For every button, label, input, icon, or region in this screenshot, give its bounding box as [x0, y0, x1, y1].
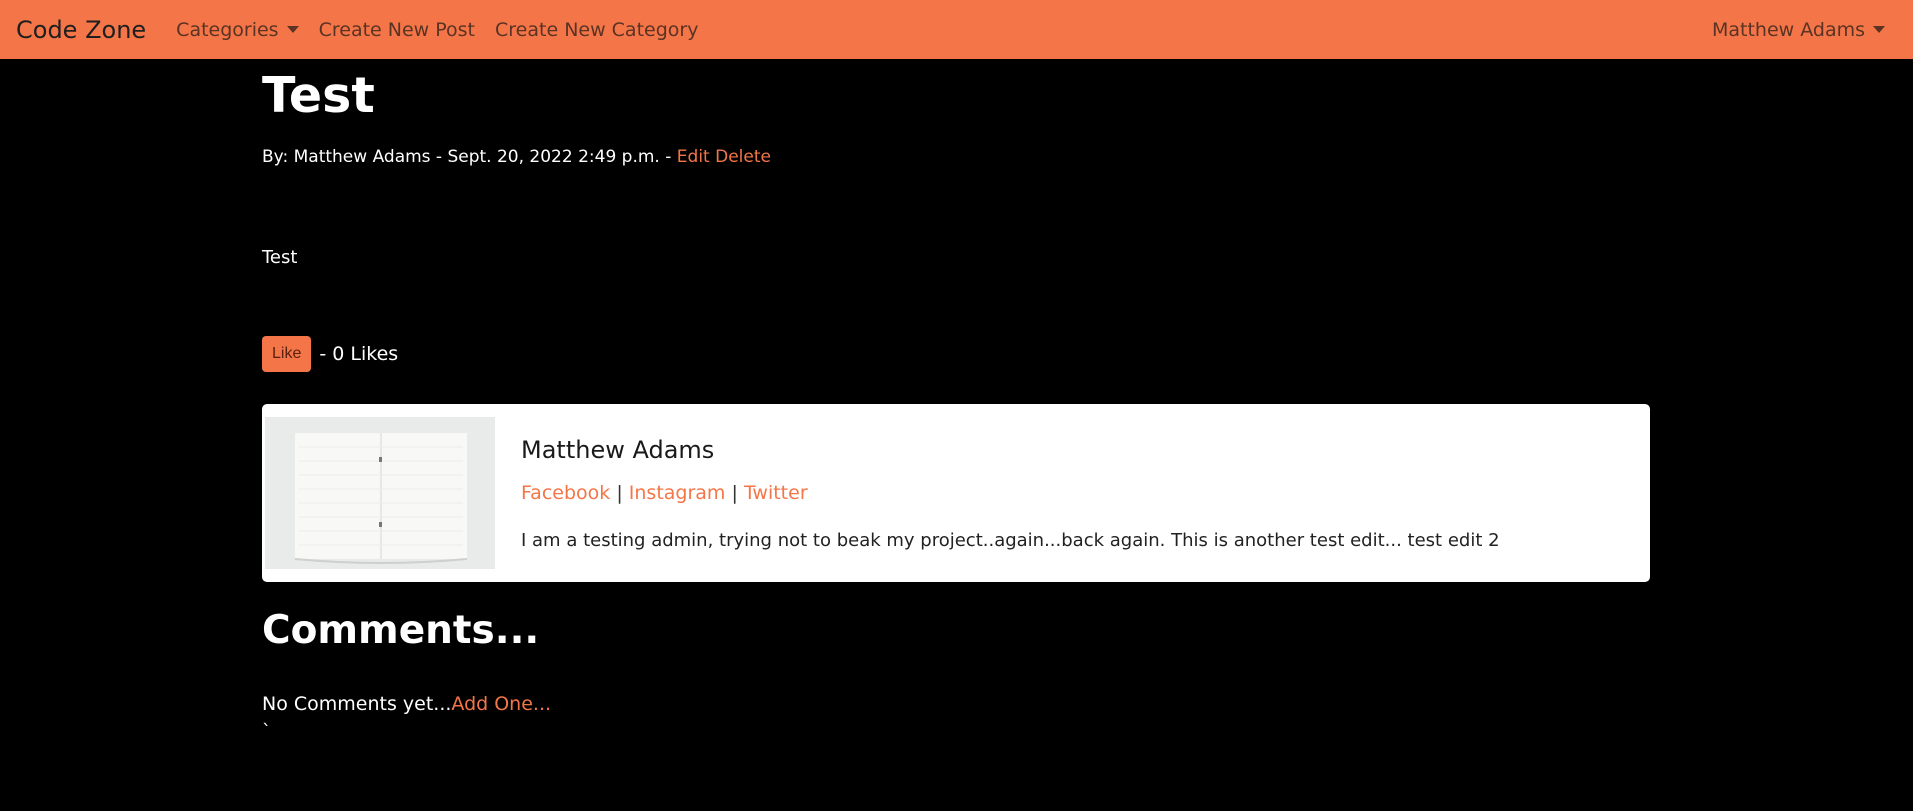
post-content: Test By: Matthew Adams - Sept. 20, 2022 …	[262, 59, 1650, 742]
author-info: Matthew Adams Facebook | Instagram | Twi…	[521, 436, 1500, 551]
author-image	[265, 417, 495, 569]
separator: |	[731, 481, 738, 504]
edit-link[interactable]: Edit	[677, 147, 710, 167]
create-category-link[interactable]: Create New Category	[495, 19, 698, 41]
separator: |	[616, 481, 623, 504]
delete-link[interactable]: Delete	[715, 147, 771, 167]
user-name: Matthew Adams	[1711, 18, 1865, 41]
instagram-link[interactable]: Instagram	[629, 482, 726, 504]
like-row: Like - 0 Likes	[262, 336, 1650, 372]
notebook-image	[265, 417, 495, 569]
twitter-link[interactable]: Twitter	[744, 482, 808, 504]
categories-dropdown[interactable]: Categories	[176, 18, 299, 41]
top-navbar: Code Zone Categories Create New Post Cre…	[0, 0, 1913, 59]
post-meta: By: Matthew Adams - Sept. 20, 2022 2:49 …	[262, 147, 1650, 167]
post-title: Test	[262, 67, 375, 124]
chevron-down-icon	[286, 26, 299, 33]
social-links: Facebook | Instagram | Twitter	[521, 482, 1500, 504]
facebook-link[interactable]: Facebook	[521, 482, 610, 504]
post-body: Test	[262, 247, 298, 268]
chevron-down-icon	[1873, 26, 1885, 33]
no-comments: No Comments yet...Add One...	[262, 693, 1650, 715]
author-bio: I am a testing admin, trying not to beak…	[521, 529, 1500, 551]
likes-count: - 0 Likes	[319, 343, 399, 365]
user-dropdown[interactable]: Matthew Adams	[1712, 19, 1885, 41]
nav-left: Code Zone Categories Create New Post Cre…	[16, 16, 718, 44]
author-card: Matthew Adams Facebook | Instagram | Twi…	[262, 404, 1650, 582]
like-button[interactable]: Like	[262, 336, 312, 372]
categories-label: Categories	[176, 18, 279, 41]
author-name: Matthew Adams	[521, 435, 715, 464]
create-post-link[interactable]: Create New Post	[319, 19, 475, 41]
add-comment-link[interactable]: Add One...	[451, 693, 551, 715]
stray-character: `	[262, 721, 271, 742]
post-meta-text: By: Matthew Adams - Sept. 20, 2022 2:49 …	[262, 147, 677, 167]
brand-link[interactable]: Code Zone	[16, 16, 146, 44]
comments-heading: Comments...	[262, 608, 540, 653]
no-comments-text: No Comments yet...	[262, 693, 452, 715]
